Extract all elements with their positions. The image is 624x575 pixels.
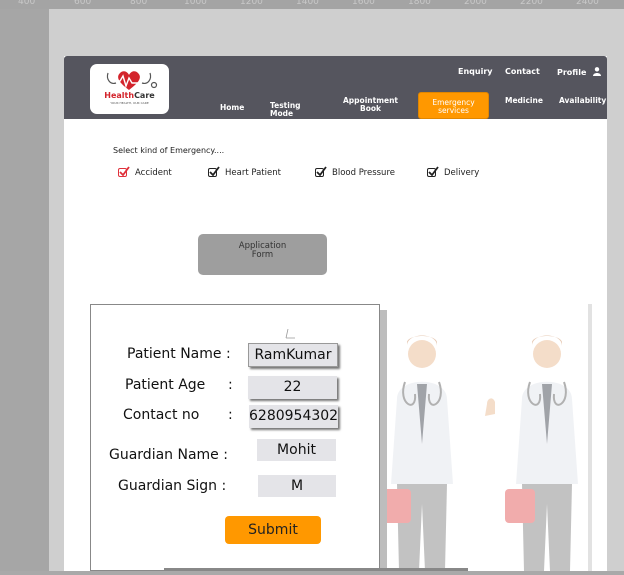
patient-name-field[interactable]: RamKumar — [248, 343, 338, 367]
colon: : — [228, 377, 233, 393]
ruler-tick: 1600 — [352, 0, 375, 7]
canvas-gutter — [0, 9, 49, 571]
ruler-tick: 1200 — [240, 0, 263, 7]
doctor-illustration — [381, 304, 590, 571]
app-form-line2: Form — [251, 250, 274, 260]
option-accident[interactable]: Accident — [118, 166, 172, 178]
logo-tagline: YOUR HEALTH, OUR CARE — [110, 101, 149, 105]
checkbox-checked-icon[interactable] — [208, 166, 220, 177]
option-label: Accident — [135, 168, 172, 178]
canvas-ruler: 400 600 800 1000 1200 1400 1600 1800 200… — [0, 0, 624, 9]
option-blood-pressure[interactable]: Blood Pressure — [315, 166, 395, 178]
checkbox-checked-icon[interactable] — [315, 166, 327, 177]
nav-enquiry[interactable]: Enquiry — [458, 67, 492, 76]
cursor-icon — [285, 329, 295, 339]
doctor-figure-icon — [381, 335, 578, 571]
patient-name-label: Patient Name : — [127, 346, 231, 362]
logo-word-care: Care — [134, 91, 155, 100]
user-icon — [593, 67, 602, 76]
checkbox-checked-icon[interactable] — [427, 166, 439, 177]
option-heart-patient[interactable]: Heart Patient — [208, 166, 281, 178]
guardian-name-label: Guardian Name : — [109, 447, 228, 463]
option-label: Heart Patient — [225, 168, 281, 178]
application-form-button[interactable]: Application Form — [198, 234, 327, 275]
contact-field[interactable]: 6280954302 — [249, 405, 338, 428]
colon: : — [228, 407, 233, 423]
option-label: Delivery — [444, 168, 480, 178]
healthcare-logo[interactable]: HealthCare YOUR HEALTH, OUR CARE — [90, 64, 169, 114]
nav-emergency-line1: Emergency — [432, 98, 475, 107]
emergency-prompt: Select kind of Emergency.... — [113, 146, 225, 155]
logo-word-health: Health — [104, 91, 135, 100]
guardian-sign-label: Guardian Sign : — [118, 478, 227, 494]
ruler-tick: 2000 — [464, 0, 487, 7]
nav-medicine[interactable]: Medicine — [505, 97, 543, 105]
contact-label: Contact no — [123, 407, 200, 423]
nav-appointment-book[interactable]: Appointment Book — [343, 97, 398, 113]
option-label: Blood Pressure — [332, 168, 395, 178]
nav-profile[interactable]: Profile — [557, 67, 602, 77]
patient-age-label: Patient Age — [125, 377, 206, 393]
nav-emergency-services[interactable]: Emergency services — [418, 92, 489, 119]
ruler-tick: 400 — [18, 0, 36, 7]
guardian-name-field[interactable]: Mohit — [257, 439, 336, 461]
illustration-shadow — [588, 304, 592, 571]
ruler-tick: 1000 — [184, 0, 207, 7]
nav-testing-mode[interactable]: Testing Mode — [270, 102, 301, 118]
nav-availability[interactable]: Availability — [559, 97, 606, 105]
nav-emergency-line2: services — [438, 106, 469, 115]
ruler-tick: 1800 — [408, 0, 431, 7]
logo-wordmark: HealthCare — [90, 91, 169, 100]
nav-appointment-line2: Book — [360, 104, 382, 113]
ruler-tick: 800 — [130, 0, 148, 7]
form-card-shadow — [379, 310, 387, 571]
option-delivery[interactable]: Delivery — [427, 166, 480, 178]
ruler-tick: 1400 — [296, 0, 319, 7]
patient-age-field[interactable]: 22 — [248, 376, 337, 399]
ruler-tick: 600 — [74, 0, 92, 7]
nav-home[interactable]: Home — [220, 104, 244, 112]
ruler-tick: 2200 — [520, 0, 543, 7]
nav-profile-label: Profile — [557, 68, 587, 77]
nav-contact[interactable]: Contact — [505, 67, 540, 76]
submit-button[interactable]: Submit — [225, 516, 321, 544]
guardian-sign-field[interactable]: M — [258, 475, 336, 497]
checkbox-checked-icon[interactable] — [118, 166, 130, 177]
heart-stethoscope-icon — [100, 71, 158, 90]
nav-testing-line2: Mode — [270, 109, 294, 118]
ruler-tick: 2400 — [576, 0, 599, 7]
